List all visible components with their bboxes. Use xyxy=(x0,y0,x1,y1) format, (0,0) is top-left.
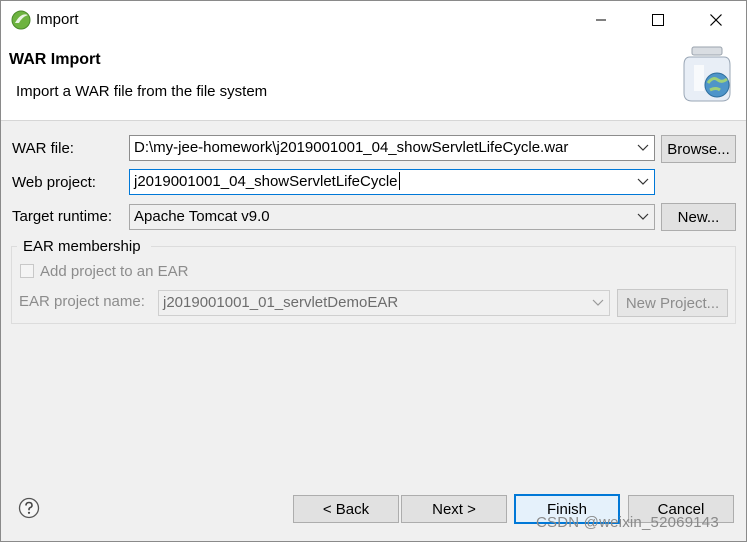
csdn-watermark: CSDN @weixin_52069143 xyxy=(536,514,719,531)
minimize-button[interactable] xyxy=(578,1,624,39)
war-file-value: D:\my-jee-homework\j2019001001_04_showSe… xyxy=(134,139,569,156)
minimize-icon xyxy=(596,19,606,21)
war-file-label: WAR file: xyxy=(12,140,74,157)
new-runtime-button[interactable]: New... xyxy=(661,203,736,231)
wizard-title: WAR Import xyxy=(9,51,101,68)
chevron-down-icon[interactable] xyxy=(636,176,650,188)
war-file-combo[interactable]: D:\my-jee-homework\j2019001001_04_showSe… xyxy=(129,135,655,161)
target-runtime-value: Apache Tomcat v9.0 xyxy=(134,208,270,225)
ear-membership-title: EAR membership xyxy=(21,238,143,255)
wizard-header: WAR Import Import a WAR file from the fi… xyxy=(1,39,746,121)
ear-project-name-value: j2019001001_01_servletDemoEAR xyxy=(163,294,399,311)
back-button[interactable]: < Back xyxy=(293,495,399,523)
next-button[interactable]: Next > xyxy=(401,495,507,523)
chevron-down-icon[interactable] xyxy=(591,297,605,309)
group-border xyxy=(11,246,17,247)
new-ear-project-button[interactable]: New Project... xyxy=(617,289,728,317)
group-border xyxy=(151,246,736,247)
title-bar: Import xyxy=(1,1,746,39)
window-title: Import xyxy=(36,11,79,28)
web-project-combo[interactable]: j2019001001_04_showServletLifeCycle xyxy=(129,169,655,195)
add-to-ear-checkbox[interactable] xyxy=(20,264,34,278)
maximize-icon xyxy=(652,14,664,26)
eclipse-app-icon xyxy=(11,10,31,30)
close-icon xyxy=(710,14,722,26)
web-project-label: Web project: xyxy=(12,174,96,191)
chevron-down-icon[interactable] xyxy=(636,211,650,223)
target-runtime-combo[interactable]: Apache Tomcat v9.0 xyxy=(129,204,655,230)
wizard-description: Import a WAR file from the file system xyxy=(16,83,268,100)
web-project-value: j2019001001_04_showServletLifeCycle xyxy=(134,172,400,191)
import-dialog: Import WAR Import Import a WAR file from… xyxy=(0,0,747,542)
add-to-ear-label: Add project to an EAR xyxy=(40,263,189,280)
target-runtime-label: Target runtime: xyxy=(12,208,113,225)
ear-project-name-combo[interactable]: j2019001001_01_servletDemoEAR xyxy=(158,290,610,316)
text-caret xyxy=(398,172,400,191)
ear-project-name-label: EAR project name: xyxy=(19,293,145,310)
help-icon[interactable] xyxy=(18,497,40,519)
chevron-down-icon[interactable] xyxy=(636,142,650,154)
maximize-button[interactable] xyxy=(635,1,681,39)
browse-button[interactable]: Browse... xyxy=(661,135,736,163)
war-file-jar-icon xyxy=(683,46,731,102)
close-button[interactable] xyxy=(693,1,739,39)
